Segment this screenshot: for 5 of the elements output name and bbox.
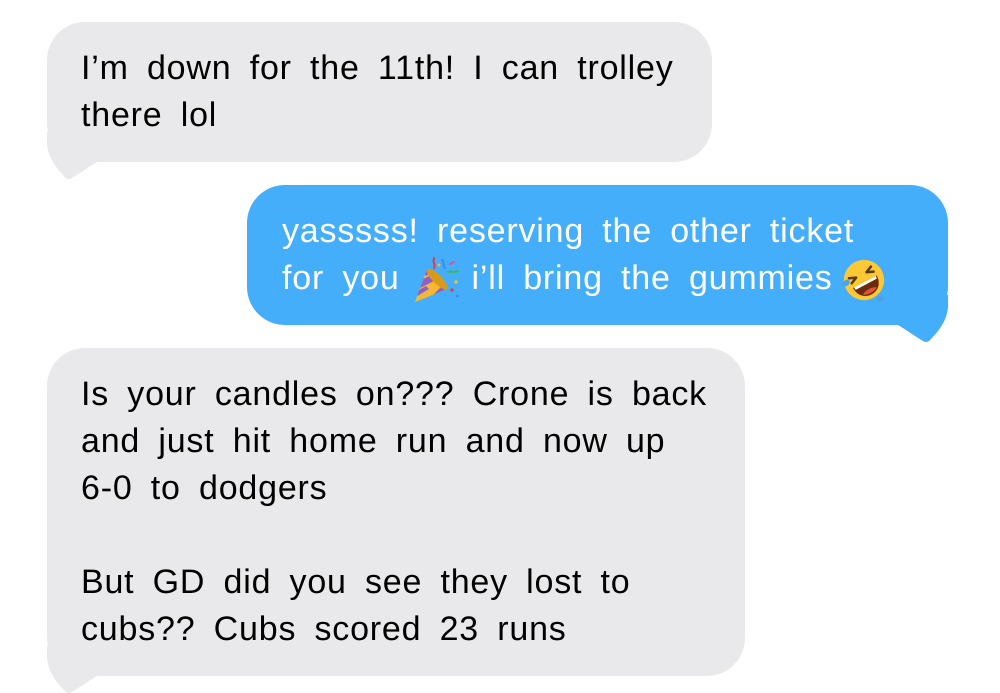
message-text: I’m down for the 11th! I can trolley there lol bbox=[81, 48, 675, 136]
message-text: Is your candles on??? Crone is back and just hit home run and now up 6-0 to dodgers bbox=[81, 374, 708, 509]
message-text: But GD did you see they lost to cubs?? Cubs scored 23 runs bbox=[81, 562, 632, 650]
laughing-face-icon bbox=[840, 257, 886, 304]
message-text: yasssss! reserving the other ticket for you i’ll bring the gummies bbox=[282, 208, 900, 302]
